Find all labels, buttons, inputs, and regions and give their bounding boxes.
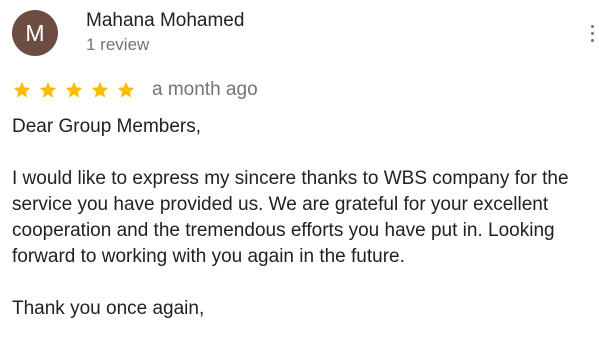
star-icon: [91, 81, 109, 98]
more-vert-icon: [591, 32, 594, 35]
star-icon: [65, 81, 83, 98]
review-greeting: Dear Group Members,: [12, 116, 202, 137]
star-icon: [39, 81, 57, 98]
avatar[interactable]: M: [12, 10, 58, 56]
review-card: M Mahana Mohamed 1 review a month ago De…: [0, 0, 599, 363]
rating-row: a month ago: [12, 78, 258, 102]
more-vert-icon: [591, 39, 594, 42]
reviewer-review-count: 1 review: [86, 35, 150, 54]
star-icon: [13, 81, 31, 98]
star-icon: [117, 81, 135, 98]
more-vert-icon: [591, 25, 594, 28]
review-paragraph: I would like to express my sincere thank…: [12, 168, 569, 267]
star-rating: [12, 80, 142, 100]
review-text: Dear Group Members, I would like to expr…: [12, 114, 597, 322]
more-options-button[interactable]: [587, 22, 599, 46]
reviewer-name[interactable]: Mahana Mohamed: [86, 9, 244, 33]
review-closing: Thank you once again,: [12, 298, 205, 319]
review-date: a month ago: [152, 79, 258, 100]
